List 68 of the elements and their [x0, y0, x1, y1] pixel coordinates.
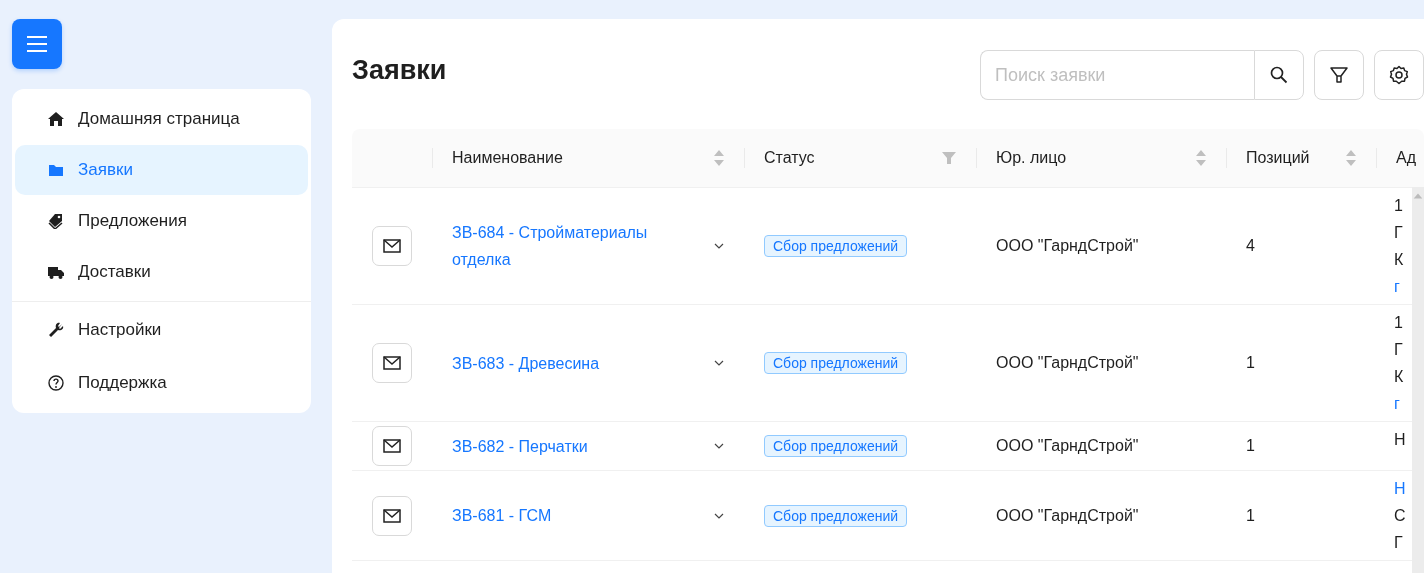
message-button[interactable] — [372, 343, 412, 383]
truck-icon — [48, 264, 64, 280]
request-link[interactable]: ЗВ-683 - Древесина — [452, 349, 706, 377]
settings-icon — [1389, 65, 1409, 85]
folder-icon — [48, 162, 64, 178]
nav-item[interactable]: Доставки — [15, 247, 308, 297]
settings-button[interactable] — [1374, 50, 1424, 100]
request-link[interactable]: ЗВ-681 - ГСМ — [452, 502, 706, 529]
table-cell-text: 1 — [1394, 313, 1403, 333]
table-cell-text: С — [1394, 506, 1406, 526]
table-cell: ООО "ГарндСтрой" — [996, 354, 1139, 372]
search-button[interactable] — [1254, 50, 1304, 100]
column-header: Юр. лицо — [996, 149, 1068, 167]
status-tag: Сбор предложений — [764, 435, 908, 457]
nav-item[interactable]: Заявки — [15, 145, 308, 195]
table-cell: 1 — [1246, 354, 1255, 372]
column-header: Наименование — [452, 149, 564, 167]
address-link[interactable]: г — [1394, 273, 1400, 300]
envelope-icon — [383, 239, 401, 253]
table-cell-text: К — [1394, 367, 1404, 387]
message-button[interactable] — [372, 226, 412, 266]
chevron-down-icon[interactable] — [714, 512, 724, 519]
menu-button[interactable] — [12, 19, 62, 69]
table-cell: 1 — [1246, 506, 1255, 525]
home-icon — [48, 111, 64, 127]
chevron-down-icon[interactable] — [714, 360, 724, 366]
search-icon — [1270, 66, 1288, 84]
message-button[interactable] — [372, 495, 412, 536]
scrollbar[interactable] — [1412, 187, 1424, 573]
address-link[interactable]: Н — [1394, 475, 1406, 502]
nav-item[interactable]: Поддержка — [15, 358, 308, 408]
table-cell-text: Г — [1394, 223, 1403, 243]
column-header: Позиций — [1246, 149, 1311, 167]
funnel-icon — [1330, 66, 1348, 84]
table-cell-text: Г — [1394, 533, 1403, 553]
page-title: Заявки — [352, 54, 448, 86]
wrench-icon — [48, 321, 64, 338]
address-link[interactable]: г — [1394, 390, 1400, 417]
table-cell-text: Н — [1394, 430, 1406, 450]
status-tag: Сбор предложений — [764, 235, 908, 257]
envelope-icon — [383, 356, 401, 370]
chevron-down-icon[interactable] — [714, 243, 724, 249]
column-header: Статус — [764, 149, 816, 167]
column-header: Ад — [1396, 149, 1416, 167]
tag-icon — [48, 213, 64, 229]
table-cell: 4 — [1246, 237, 1255, 255]
status-tag: Сбор предложений — [764, 352, 908, 374]
search-field[interactable]: Поиск заявки — [980, 50, 1254, 100]
menu-icon — [27, 36, 47, 52]
table-cell: ООО "ГарндСтрой" — [996, 237, 1139, 255]
table-cell: 1 — [1246, 437, 1255, 455]
chevron-down-icon[interactable] — [714, 443, 724, 449]
request-link[interactable]: ЗВ-682 - Перчатки — [452, 432, 706, 460]
request-link[interactable]: ЗВ-684 - Стройматериалы отделка — [452, 219, 706, 273]
table-cell-text: Г — [1394, 340, 1403, 360]
table-cell: ООО "ГарндСтрой" — [996, 506, 1139, 525]
envelope-icon — [383, 439, 401, 453]
nav-item[interactable]: Домашняя страница — [15, 94, 308, 144]
table-cell-text: К — [1394, 250, 1404, 270]
nav-item[interactable]: Предложения — [15, 196, 308, 246]
filter-button[interactable] — [1314, 50, 1364, 100]
status-tag: Сбор предложений — [764, 504, 908, 527]
table-cell: ООО "ГарндСтрой" — [996, 437, 1139, 455]
envelope-icon — [383, 508, 401, 523]
message-button[interactable] — [372, 426, 412, 466]
help-icon — [48, 375, 64, 391]
nav-item[interactable]: Настройки — [12, 301, 311, 357]
table-cell-text: 1 — [1394, 196, 1403, 216]
